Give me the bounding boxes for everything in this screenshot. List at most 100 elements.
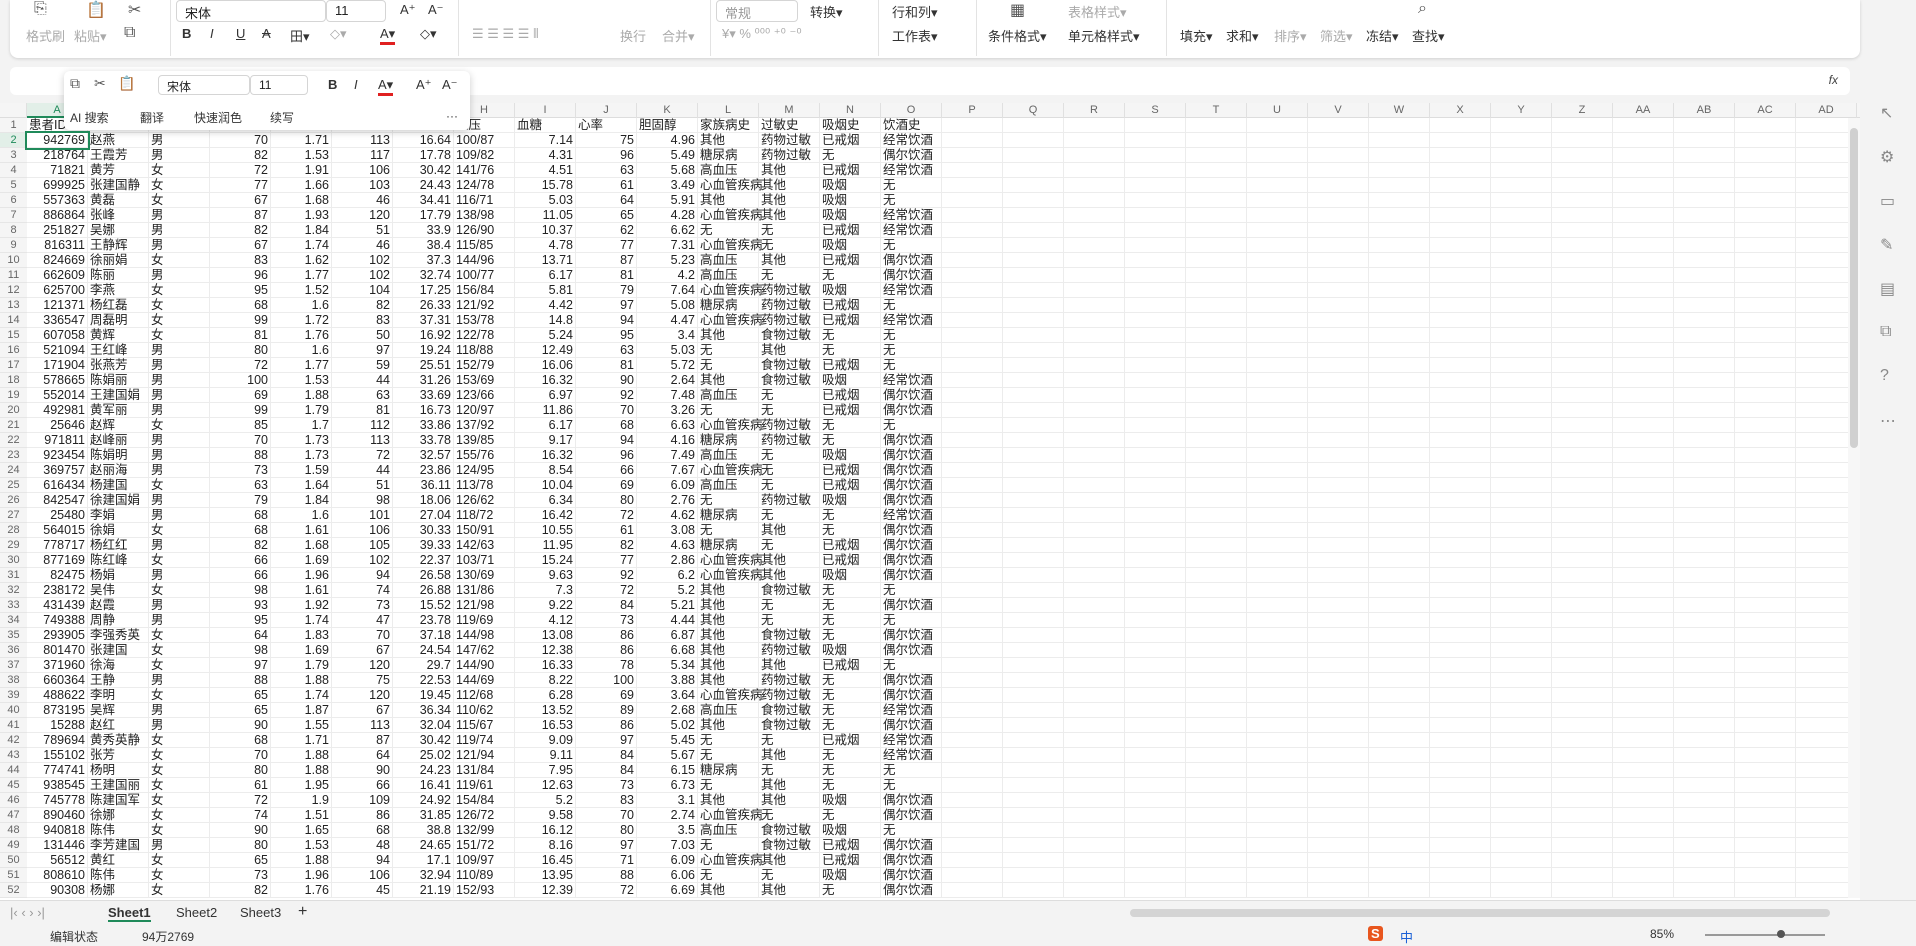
table-cell[interactable] xyxy=(1125,298,1186,313)
table-cell[interactable]: 5.81 xyxy=(515,283,576,298)
table-cell[interactable] xyxy=(1430,463,1491,478)
table-cell[interactable] xyxy=(1430,883,1491,898)
table-cell[interactable]: 808610 xyxy=(27,868,88,883)
table-cell[interactable] xyxy=(1552,298,1613,313)
table-cell[interactable]: 王静辉 xyxy=(88,238,149,253)
table-cell[interactable] xyxy=(1735,823,1796,838)
table-cell[interactable]: 吸烟 xyxy=(820,373,881,388)
table-cell[interactable] xyxy=(1430,328,1491,343)
table-cell[interactable] xyxy=(1064,163,1125,178)
table-cell[interactable]: 126/62 xyxy=(454,493,515,508)
sheet-tab-3[interactable]: Sheet3 xyxy=(240,905,281,920)
table-cell[interactable]: 男 xyxy=(149,598,210,613)
table-cell[interactable] xyxy=(942,433,1003,448)
table-cell[interactable]: 119/74 xyxy=(454,733,515,748)
table-cell[interactable]: 无 xyxy=(698,733,759,748)
table-cell[interactable]: 109 xyxy=(332,793,393,808)
table-cell[interactable]: 1.73 xyxy=(271,448,332,463)
table-cell[interactable]: 药物过敏 xyxy=(759,418,820,433)
header-cell[interactable] xyxy=(1186,118,1247,133)
table-cell[interactable] xyxy=(1308,718,1369,733)
table-cell[interactable] xyxy=(1552,583,1613,598)
table-cell[interactable]: 69 xyxy=(576,478,637,493)
table-cell[interactable]: 120 xyxy=(332,208,393,223)
table-cell[interactable] xyxy=(1125,583,1186,598)
table-cell[interactable]: 70 xyxy=(576,808,637,823)
table-cell[interactable]: 130/69 xyxy=(454,568,515,583)
table-cell[interactable]: 25646 xyxy=(27,418,88,433)
table-cell[interactable]: 94 xyxy=(576,433,637,448)
table-cell[interactable]: 67 xyxy=(210,238,271,253)
table-cell[interactable]: 81 xyxy=(332,403,393,418)
table-cell[interactable]: 72 xyxy=(332,448,393,463)
header-cell[interactable] xyxy=(1552,118,1613,133)
table-cell[interactable]: 杨明 xyxy=(88,763,149,778)
table-cell[interactable] xyxy=(1430,313,1491,328)
table-cell[interactable]: 其他 xyxy=(759,163,820,178)
table-cell[interactable]: 4.96 xyxy=(637,133,698,148)
table-cell[interactable] xyxy=(1369,388,1430,403)
table-cell[interactable] xyxy=(1186,808,1247,823)
table-cell[interactable]: 16.42 xyxy=(515,508,576,523)
table-cell[interactable] xyxy=(1491,223,1552,238)
table-cell[interactable]: 无 xyxy=(881,238,942,253)
table-cell[interactable] xyxy=(942,883,1003,898)
table-cell[interactable] xyxy=(1491,298,1552,313)
table-cell[interactable]: 37.31 xyxy=(393,313,454,328)
table-cell[interactable]: 816311 xyxy=(27,238,88,253)
table-cell[interactable] xyxy=(1613,883,1674,898)
table-cell[interactable]: 251827 xyxy=(27,223,88,238)
sheet-nav-buttons[interactable]: |‹ ‹ › ›| xyxy=(10,905,45,920)
table-cell[interactable]: 杨建国 xyxy=(88,478,149,493)
table-cell[interactable] xyxy=(1674,223,1735,238)
table-cell[interactable]: 女 xyxy=(149,313,210,328)
wrap-button[interactable]: 换行 xyxy=(620,26,646,45)
table-cell[interactable] xyxy=(1125,568,1186,583)
table-cell[interactable] xyxy=(1613,343,1674,358)
table-cell[interactable]: 男 xyxy=(149,538,210,553)
zoom-slider[interactable] xyxy=(1705,930,1825,938)
table-cell[interactable] xyxy=(1552,148,1613,163)
table-cell[interactable]: 心血管疾病 xyxy=(698,553,763,568)
table-cell[interactable]: 88 xyxy=(576,868,637,883)
table-cell[interactable]: 27.04 xyxy=(393,508,454,523)
table-cell[interactable]: 男 xyxy=(149,838,210,853)
table-cell[interactable]: 92 xyxy=(576,568,637,583)
table-cell[interactable] xyxy=(1735,178,1796,193)
table-cell[interactable]: 1.95 xyxy=(271,778,332,793)
table-cell[interactable] xyxy=(1735,358,1796,373)
table-cell[interactable]: 801470 xyxy=(27,643,88,658)
table-cell[interactable]: 100/87 xyxy=(454,133,515,148)
table-cell[interactable]: 31.26 xyxy=(393,373,454,388)
table-cell[interactable] xyxy=(1552,448,1613,463)
table-cell[interactable] xyxy=(1125,133,1186,148)
table-cell[interactable]: 1.74 xyxy=(271,613,332,628)
table-cell[interactable] xyxy=(1430,433,1491,448)
table-cell[interactable] xyxy=(942,148,1003,163)
row-header[interactable]: 28 xyxy=(0,523,27,538)
table-cell[interactable]: 其他 xyxy=(759,253,820,268)
table-cell[interactable]: 食物过敏 xyxy=(759,703,820,718)
table-cell[interactable]: 1.88 xyxy=(271,388,332,403)
mini-shrink-button[interactable]: A⁻ xyxy=(442,77,458,93)
table-cell[interactable]: 女 xyxy=(149,628,210,643)
table-cell[interactable]: 96 xyxy=(576,448,637,463)
table-cell[interactable] xyxy=(1674,748,1735,763)
table-cell[interactable]: 男 xyxy=(149,268,210,283)
table-cell[interactable]: 4.2 xyxy=(637,268,698,283)
table-cell[interactable]: 心血管疾病 xyxy=(698,283,763,298)
table-cell[interactable] xyxy=(1064,508,1125,523)
table-cell[interactable] xyxy=(1735,808,1796,823)
table-cell[interactable] xyxy=(1186,388,1247,403)
table-cell[interactable]: 126/90 xyxy=(454,223,515,238)
table-cell[interactable] xyxy=(1247,883,1308,898)
table-cell[interactable] xyxy=(942,358,1003,373)
table-cell[interactable]: 无 xyxy=(820,418,881,433)
table-cell[interactable]: 14.8 xyxy=(515,313,576,328)
table-cell[interactable]: 偶尔饮酒 xyxy=(881,403,942,418)
table-cell[interactable]: 偶尔饮酒 xyxy=(881,568,942,583)
table-cell[interactable]: 药物过敏 xyxy=(759,133,820,148)
table-cell[interactable]: 11.05 xyxy=(515,208,576,223)
table-cell[interactable] xyxy=(1003,313,1064,328)
table-cell[interactable]: 72 xyxy=(210,163,271,178)
